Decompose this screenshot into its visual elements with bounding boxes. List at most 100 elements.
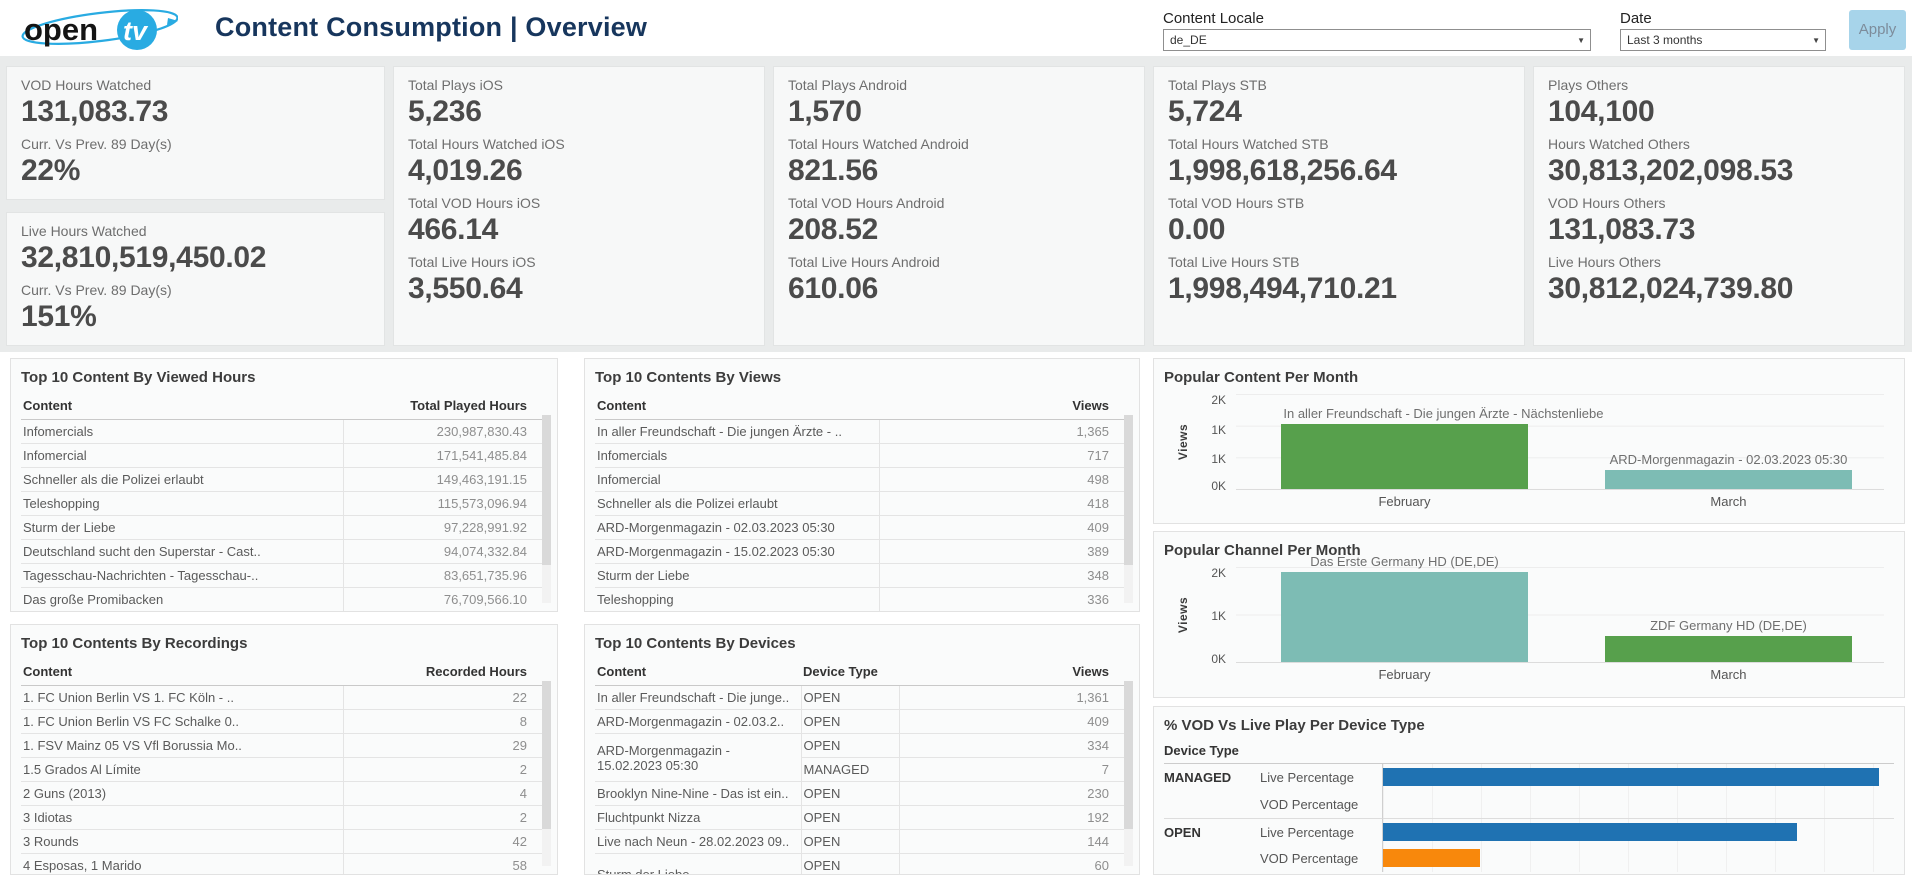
content-locale-select[interactable]: de_DE ▼ bbox=[1163, 29, 1591, 51]
column-header-content[interactable]: Content bbox=[21, 660, 343, 686]
table-row[interactable]: 1. FC Union Berlin VS FC Schalke 0..8 bbox=[21, 710, 547, 734]
bar-open-live[interactable] bbox=[1383, 823, 1797, 841]
column-header-content[interactable]: Content bbox=[595, 660, 801, 686]
table-scrollbar[interactable] bbox=[1124, 681, 1133, 866]
table-row[interactable]: In aller Freundschaft - Die jungen Ärzte… bbox=[595, 420, 1129, 444]
column-header-content[interactable]: Content bbox=[595, 394, 879, 420]
table-row[interactable]: 4 Esposas, 1 Marido58 bbox=[21, 854, 547, 875]
table-row[interactable]: 3 Rounds42 bbox=[21, 830, 547, 854]
column-header-device-type[interactable]: Device Type bbox=[801, 660, 899, 686]
kpi-card-android: Total Plays Android 1,570 Total Hours Wa… bbox=[773, 66, 1145, 346]
column-header-views[interactable]: Views bbox=[899, 660, 1129, 686]
value-cell: 348 bbox=[879, 564, 1129, 588]
kpi-label: VOD Hours Watched bbox=[21, 77, 370, 94]
table-row[interactable]: Sturm der LiebeOPEN60 bbox=[595, 854, 1129, 875]
table-row[interactable]: Infomercial171,541,485.84 bbox=[21, 444, 547, 468]
kpi-label: Total Live Hours iOS bbox=[408, 254, 750, 271]
kpi-value: 1,570 bbox=[788, 94, 1130, 130]
kpi-sub-label: Curr. Vs Prev. 89 Day(s) bbox=[21, 282, 370, 299]
device-cell: MANAGED bbox=[801, 758, 899, 782]
logo-text-tv: tv bbox=[123, 16, 149, 46]
column-header-views[interactable]: Views bbox=[879, 394, 1129, 420]
content-cell: Live nach Neun - 28.02.2023 09.. bbox=[595, 830, 801, 854]
kpi-value: 466.14 bbox=[408, 212, 750, 248]
table-row[interactable]: 3 Idiotas2 bbox=[21, 806, 547, 830]
scrollbar-thumb[interactable] bbox=[542, 681, 551, 829]
content-cell: Schneller als die Polizei erlaubt bbox=[21, 468, 343, 492]
value-cell: 8 bbox=[343, 710, 547, 734]
kpi-sub-label: Curr. Vs Prev. 89 Day(s) bbox=[21, 136, 370, 153]
bar-february[interactable]: In aller Freundschaft - Die jungen Ärzte… bbox=[1281, 424, 1527, 489]
bar-open-vod[interactable] bbox=[1383, 849, 1480, 867]
content-cell: Infomercial bbox=[595, 468, 879, 492]
kpi-label: Total VOD Hours STB bbox=[1168, 195, 1510, 212]
bar-february[interactable]: Das Erste Germany HD (DE,DE) bbox=[1281, 572, 1527, 662]
table-row[interactable]: Das große Promibacken76,709,566.10 bbox=[21, 588, 547, 612]
value-cell: 83,651,735.96 bbox=[343, 564, 547, 588]
table-row[interactable]: Tagesschau-Nachrichten - Tagesschau-..83… bbox=[21, 564, 547, 588]
table-row[interactable]: Sturm der Liebe348 bbox=[595, 564, 1129, 588]
table-row[interactable]: ARD-Morgenmagazin - 15.02.2023 05:30389 bbox=[595, 540, 1129, 564]
value-cell: 389 bbox=[879, 540, 1129, 564]
table-row[interactable] bbox=[21, 612, 547, 613]
kpi-label: Hours Watched Others bbox=[1548, 136, 1890, 153]
bar-march[interactable]: ARD-Morgenmagazin - 02.03.2023 05:30 bbox=[1605, 470, 1851, 489]
content-cell: Brooklyn Nine-Nine - Das ist ein.. bbox=[595, 782, 801, 806]
bar-label: Das Erste Germany HD (DE,DE) bbox=[1310, 554, 1499, 569]
column-header-content[interactable]: Content bbox=[21, 394, 343, 420]
scrollbar-thumb[interactable] bbox=[1124, 415, 1133, 565]
scrollbar-thumb[interactable] bbox=[542, 415, 551, 565]
table-row[interactable]: Infomercial498 bbox=[595, 468, 1129, 492]
hbar-plot bbox=[1382, 818, 1894, 845]
table-row[interactable]: Schneller als die Polizei erlaubt418 bbox=[595, 492, 1129, 516]
table-row[interactable]: Deutschland sucht den Superstar - Casti.… bbox=[595, 612, 1129, 613]
content-cell: 1. FC Union Berlin VS 1. FC Köln - .. bbox=[21, 686, 343, 710]
views-table: Content Views In aller Freundschaft - Di… bbox=[595, 394, 1129, 612]
table-row[interactable]: Brooklyn Nine-Nine - Das ist ein..OPEN23… bbox=[595, 782, 1129, 806]
table-row[interactable]: Sturm der Liebe97,228,991.92 bbox=[21, 516, 547, 540]
table-scrollbar[interactable] bbox=[1124, 415, 1133, 603]
table-row[interactable]: Deutschland sucht den Superstar - Cast..… bbox=[21, 540, 547, 564]
panel-title: Top 10 Contents By Devices bbox=[595, 635, 1129, 652]
panel-vod-vs-live-per-device: % VOD Vs Live Play Per Device Type Devic… bbox=[1153, 706, 1905, 875]
table-row[interactable]: 1.5 Grados Al Límite2 bbox=[21, 758, 547, 782]
table-scrollbar[interactable] bbox=[542, 681, 551, 866]
bar-managed-live[interactable] bbox=[1383, 768, 1879, 786]
table-row[interactable]: 1. FC Union Berlin VS 1. FC Köln - ..22 bbox=[21, 686, 547, 710]
table-row[interactable]: 1. FSV Mainz 05 VS Vfl Borussia Mo..29 bbox=[21, 734, 547, 758]
value-cell: 717 bbox=[879, 444, 1129, 468]
value-cell: 149,463,191.15 bbox=[343, 468, 547, 492]
table-row[interactable]: Schneller als die Polizei erlaubt149,463… bbox=[21, 468, 547, 492]
bar-label: In aller Freundschaft - Die jungen Ärzte… bbox=[1283, 406, 1603, 421]
device-cell: OPEN bbox=[801, 686, 899, 710]
content-cell: In aller Freundschaft - Die jungen Ärzte… bbox=[595, 420, 879, 444]
table-row[interactable]: In aller Freundschaft - Die junge..OPEN1… bbox=[595, 686, 1129, 710]
table-row[interactable]: Infomercials717 bbox=[595, 444, 1129, 468]
chevron-down-icon: ▼ bbox=[1577, 36, 1585, 45]
table-scrollbar[interactable] bbox=[542, 415, 551, 603]
table-row[interactable]: Teleshopping336 bbox=[595, 588, 1129, 612]
value-cell: 29 bbox=[343, 734, 547, 758]
value-cell: 1,365 bbox=[879, 420, 1129, 444]
table-row[interactable]: ARD-Morgenmagazin - 02.03.2023 05:30409 bbox=[595, 516, 1129, 540]
content-locale-value: de_DE bbox=[1170, 33, 1207, 47]
date-label: Date bbox=[1620, 10, 1652, 27]
table-row[interactable]: 2 Guns (2013)4 bbox=[21, 782, 547, 806]
kpi-value: 5,236 bbox=[408, 94, 750, 130]
scrollbar-thumb[interactable] bbox=[1124, 681, 1133, 829]
bar-march[interactable]: ZDF Germany HD (DE,DE) bbox=[1605, 636, 1851, 662]
column-header-total-played-hours[interactable]: Total Played Hours bbox=[343, 394, 547, 420]
table-row[interactable]: Fluchtpunkt NizzaOPEN192 bbox=[595, 806, 1129, 830]
table-row[interactable]: Teleshopping115,573,096.94 bbox=[21, 492, 547, 516]
content-cell: Deutschland sucht den Superstar - Casti. bbox=[595, 612, 879, 613]
device-type-header[interactable]: Device Type bbox=[1164, 742, 1894, 764]
column-header-recorded-hours[interactable]: Recorded Hours bbox=[343, 660, 547, 686]
table-row[interactable]: ARD-Morgenmagazin - 15.02.2023 05:30OPEN… bbox=[595, 734, 1129, 758]
date-select[interactable]: Last 3 months ▼ bbox=[1620, 29, 1826, 51]
table-row[interactable]: ARD-Morgenmagazin - 02.03.2..OPEN409 bbox=[595, 710, 1129, 734]
table-row[interactable]: Infomercials230,987,830.43 bbox=[21, 420, 547, 444]
apply-button[interactable]: Apply bbox=[1849, 10, 1906, 50]
viewed-hours-table: Content Total Played Hours Infomercials2… bbox=[21, 394, 547, 612]
table-row[interactable]: Live nach Neun - 28.02.2023 09..OPEN144 bbox=[595, 830, 1129, 854]
kpi-value: 4,019.26 bbox=[408, 153, 750, 189]
